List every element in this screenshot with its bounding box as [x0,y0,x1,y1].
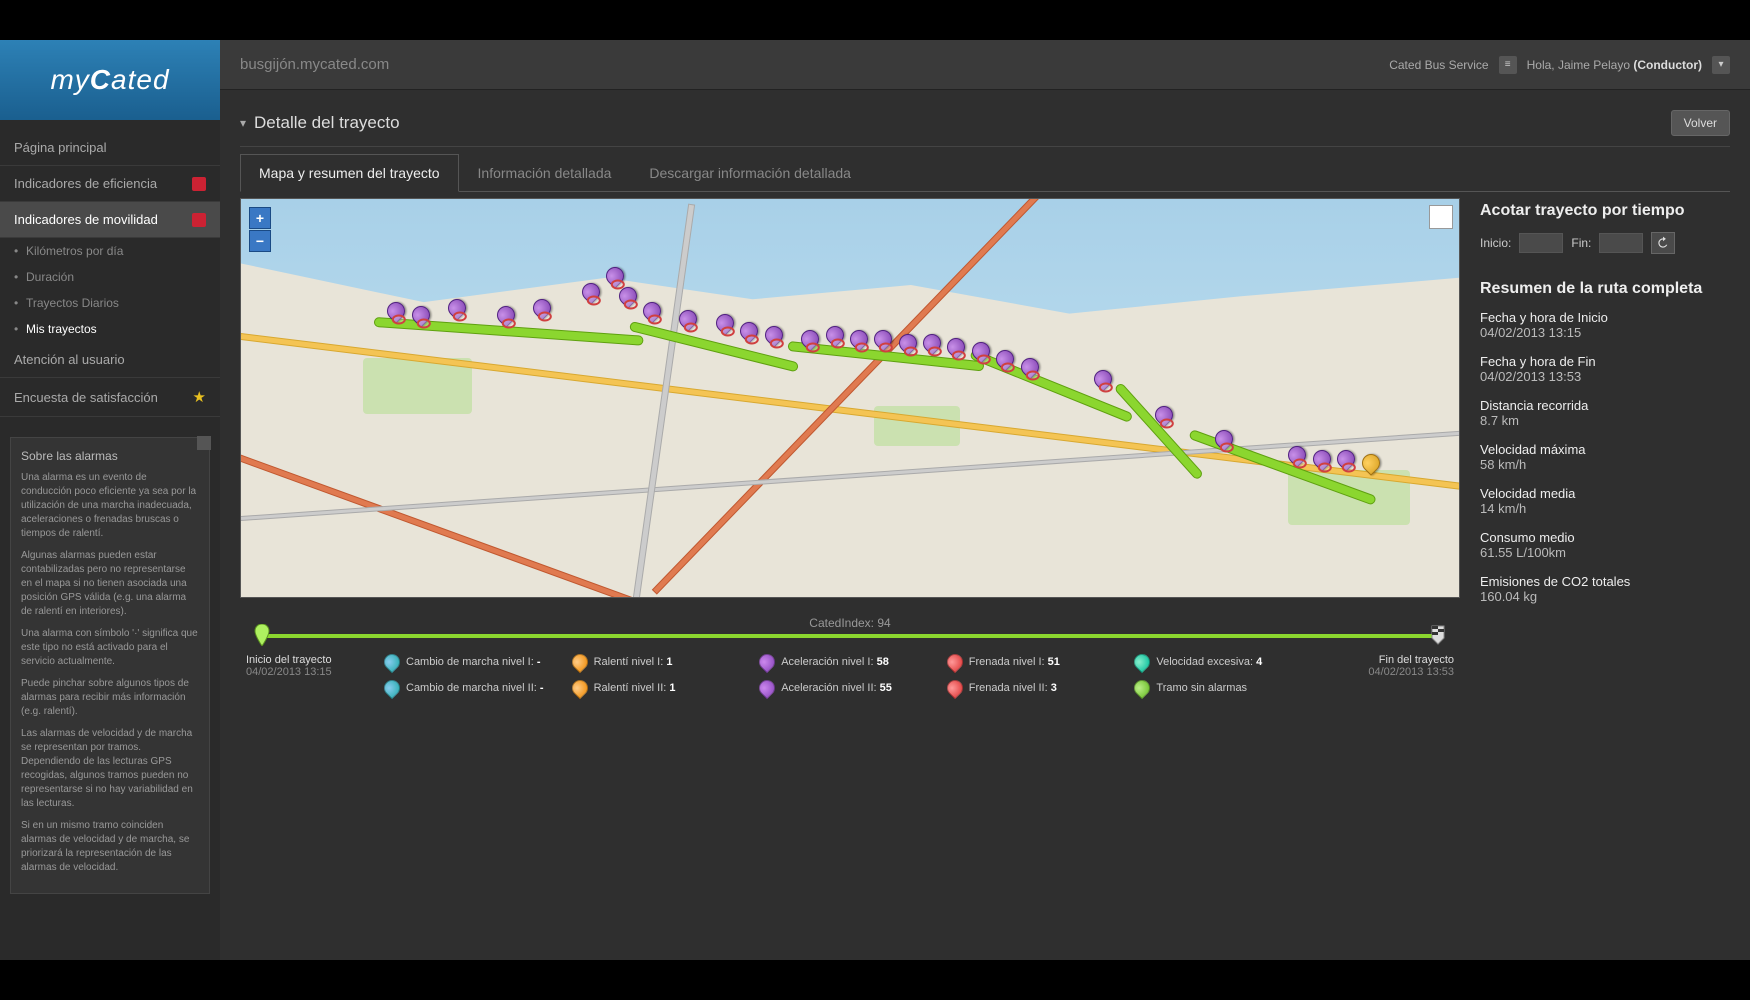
tabs: Mapa y resumen del trayecto Información … [240,153,1730,192]
legend-accel-1[interactable]: Aceleración nivel I: 58 [759,654,941,670]
nav-mobility-label: Indicadores de movilidad [14,212,158,227]
pin-icon [943,677,966,700]
legend-idle-1[interactable]: Ralentí nivel I: 1 [572,654,754,670]
timeline-handle-end[interactable] [1430,624,1446,646]
tab-detail[interactable]: Información detallada [459,154,631,192]
tab-download[interactable]: Descargar información detallada [630,154,870,192]
pin-icon [1131,677,1154,700]
user-menu-button[interactable]: ▾ [1712,56,1730,74]
filter-title: Acotar trayecto por tiempo [1480,202,1730,220]
legend-brake-1[interactable]: Frenada nivel I: 51 [947,654,1129,670]
trip-end-block: Fin del trayecto 04/02/2013 13:53 [1324,654,1454,678]
nav-mobility[interactable]: Indicadores de movilidad [0,202,220,238]
summary-title: Resumen de la ruta completa [1480,280,1730,298]
main: busgijón.mycated.com Cated Bus Service ≡… [220,40,1750,960]
legend-no-alarm[interactable]: Tramo sin alarmas [1134,680,1316,696]
map-layers-button[interactable] [1429,205,1453,229]
timeline-track[interactable] [260,634,1440,638]
summary-row: Velocidad máxima58 km/h [1480,442,1730,472]
trip-start-block: Inicio del trayecto 04/02/2013 13:15 [246,654,376,678]
info-p: Puede pinchar sobre algunos tipos de ala… [21,677,199,719]
map[interactable]: + − [240,198,1460,598]
filter-from-input[interactable] [1519,233,1563,253]
nav-support[interactable]: Atención al usuario [0,342,220,378]
nav-survey-label: Encuesta de satisfacción [14,390,158,405]
topbar-url: busgijón.mycated.com [240,56,389,73]
nav-efficiency[interactable]: Indicadores de eficiencia [0,166,220,202]
chevron-down-icon[interactable]: ▾ [240,116,246,130]
nav-sub-km[interactable]: Kilómetros por día [0,238,220,264]
summary-panel: Acotar trayecto por tiempo Inicio: Fin: … [1480,198,1730,960]
back-button[interactable]: Volver [1671,110,1730,136]
nav-sub-daily-trips[interactable]: Trayectos Diarios [0,290,220,316]
summary-row: Fecha y hora de Fin04/02/2013 13:53 [1480,354,1730,384]
summary-row: Emisiones de CO2 totales160.04 kg [1480,574,1730,604]
legend-brake-2[interactable]: Frenada nivel II: 3 [947,680,1129,696]
sidebar: myCated Página principal Indicadores de … [0,40,220,960]
alert-badge-icon [192,177,206,191]
nav-efficiency-label: Indicadores de eficiencia [14,176,157,191]
star-icon: ★ [193,388,206,406]
timeline-handle-start[interactable] [254,624,270,646]
summary-row: Consumo medio61.55 L/100km [1480,530,1730,560]
pin-icon [756,677,779,700]
summary-row: Velocidad media14 km/h [1480,486,1730,516]
pin-icon [943,651,966,674]
info-panel-handle-icon[interactable] [197,436,211,450]
timeline: CatedIndex: 94 [260,616,1440,638]
summary-row: Fecha y hora de Inicio04/02/2013 13:15 [1480,310,1730,340]
filter-from-label: Inicio: [1480,236,1511,250]
info-panel-title: Sobre las alarmas [21,448,199,465]
info-p: Una alarma es un evento de conducción po… [21,471,199,541]
cated-index-label: CatedIndex: 94 [260,616,1440,630]
pin-icon [756,651,779,674]
info-p: Una alarma con símbolo '·' significa que… [21,627,199,669]
nav-sub-duration[interactable]: Duración [0,264,220,290]
filter-apply-button[interactable] [1651,232,1675,254]
nav-survey[interactable]: Encuesta de satisfacción ★ [0,378,220,417]
pin-icon [568,651,591,674]
refresh-icon [1656,236,1670,250]
zoom-in-button[interactable]: + [249,207,271,229]
filter-to-input[interactable] [1599,233,1643,253]
legend-speed[interactable]: Velocidad excesiva: 4 [1134,654,1316,670]
legend-gear-1[interactable]: Cambio de marcha nivel I: - [384,654,566,670]
alert-badge-icon [192,213,206,227]
nav-sub-my-trips[interactable]: Mis trayectos [0,316,220,342]
legend: Inicio del trayecto 04/02/2013 13:15 Cam… [240,654,1460,696]
info-p: Las alarmas de velocidad y de marcha se … [21,727,199,811]
zoom-out-button[interactable]: − [249,230,271,252]
topbar-service: Cated Bus Service [1389,58,1488,72]
info-p: Si en un mismo tramo coinciden alarmas d… [21,819,199,875]
tab-map-summary[interactable]: Mapa y resumen del trayecto [240,154,459,192]
logo-text: myCated [50,64,169,96]
map-zoom-controls: + − [249,207,271,252]
service-menu-button[interactable]: ≡ [1499,56,1517,74]
topbar-greeting: Hola, Jaime Pelayo (Conductor) [1527,58,1702,72]
section-header: ▾ Detalle del trayecto Volver [240,100,1730,147]
filter-to-label: Fin: [1571,236,1591,250]
nav: Página principal Indicadores de eficienc… [0,120,220,417]
legend-gear-2[interactable]: Cambio de marcha nivel II: - [384,680,566,696]
alarm-info-panel: Sobre las alarmas Una alarma es un event… [10,437,210,894]
section-title: Detalle del trayecto [254,113,400,133]
pin-icon [381,651,404,674]
topbar: busgijón.mycated.com Cated Bus Service ≡… [220,40,1750,90]
app-logo: myCated [0,40,220,120]
info-p: Algunas alarmas pueden estar contabiliza… [21,549,199,619]
legend-idle-2[interactable]: Ralentí nivel II: 1 [572,680,754,696]
nav-main[interactable]: Página principal [0,130,220,166]
legend-accel-2[interactable]: Aceleración nivel II: 55 [759,680,941,696]
pin-icon [1131,651,1154,674]
summary-row: Distancia recorrida8.7 km [1480,398,1730,428]
pin-icon [568,677,591,700]
pin-icon [381,677,404,700]
